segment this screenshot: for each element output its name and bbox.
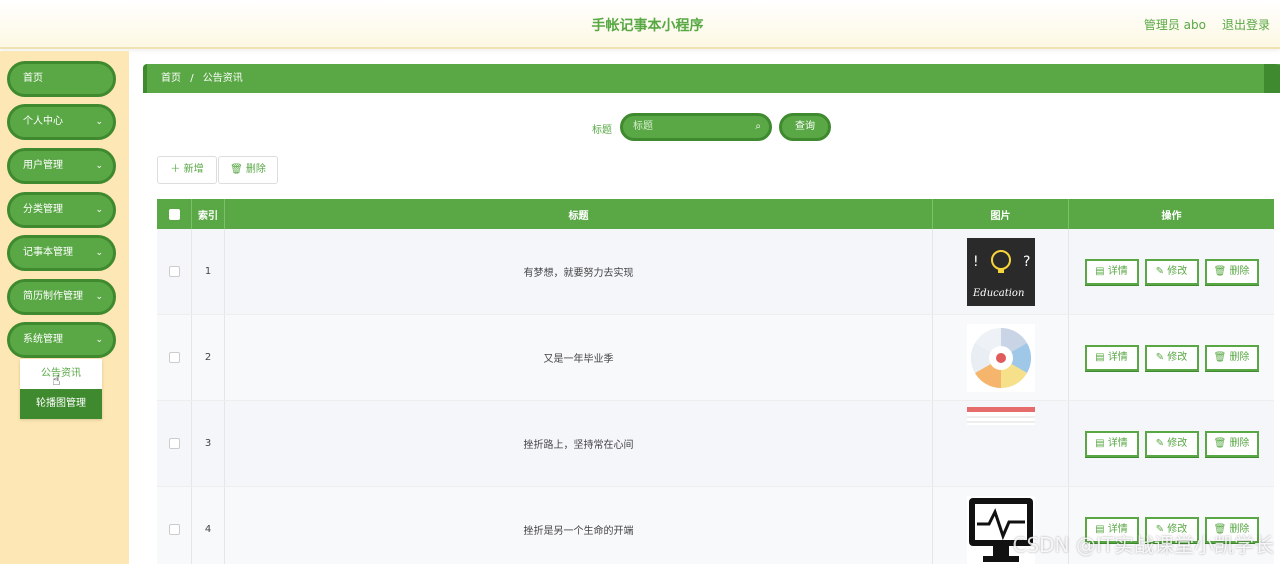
search-icon: ⌕	[755, 121, 761, 132]
header-picture: 图片	[933, 199, 1069, 229]
sidebar: 首页 个人中心 ⌄ 用户管理 ⌄ 分类管理 ⌄ 记事本管理 ⌄ 简历制作管理 ⌄ 系统管理…	[0, 51, 129, 564]
sidebar-item-personal[interactable]: 个人中心 ⌄	[7, 104, 116, 140]
education-thumbnail: ! ? Education	[966, 237, 1035, 306]
edit-label: 修改	[1167, 351, 1188, 363]
header-index: 索引	[192, 199, 225, 229]
row-index: 2	[192, 315, 225, 400]
breadcrumb: 首页 / 公告资讯	[143, 64, 1280, 93]
row-checkbox[interactable]	[168, 352, 180, 363]
sidebar-item-home[interactable]: 首页	[7, 61, 116, 97]
row-title: 挫折路上，坚持常在心间	[225, 401, 933, 486]
detail-button[interactable]: ▤ 详情	[1084, 344, 1139, 371]
sidebar-item-label: 个人中心	[23, 116, 63, 127]
detail-button[interactable]: ▤ 详情	[1084, 258, 1139, 285]
edit-button[interactable]: ✎ 修改	[1144, 258, 1199, 285]
detail-label: 详情	[1107, 351, 1128, 363]
svg-text:Education: Education	[972, 288, 1024, 299]
sidebar-item-label: 用户管理	[23, 160, 63, 171]
edit-button[interactable]: ✎ 修改	[1144, 344, 1199, 371]
select-all-checkbox[interactable]	[168, 208, 180, 220]
sidebar-item-resume[interactable]: 简历制作管理 ⌄	[7, 279, 116, 315]
delete-label: 删除	[1229, 351, 1250, 363]
current-user: 管理员 abo	[1143, 18, 1206, 32]
search-label: 标题	[592, 125, 612, 136]
delete-label: 删除	[1229, 265, 1250, 277]
delete-label: 删除	[1229, 437, 1250, 449]
system-submenu: 公告资讯 轮播图管理	[20, 359, 102, 419]
cycle-diagram-thumbnail	[966, 323, 1035, 392]
detail-label: 详情	[1107, 437, 1128, 449]
sidebar-item-users[interactable]: 用户管理 ⌄	[7, 148, 116, 184]
row-index: 4	[192, 487, 225, 564]
announcement-table: 索引 标题 图片 操作 1 有梦想，就要努力去实现 ! ? Education	[157, 199, 1274, 564]
header-title: 标题	[225, 199, 933, 229]
chevron-down-icon: ⌄	[95, 335, 103, 345]
row-checkbox[interactable]	[168, 438, 180, 449]
table-header: 索引 标题 图片 操作	[157, 199, 1274, 229]
sidebar-item-label: 分类管理	[23, 204, 63, 215]
chevron-down-icon: ⌄	[95, 292, 103, 302]
sidebar-item-label: 简历制作管理	[23, 291, 83, 302]
row-title: 又是一年毕业季	[225, 315, 933, 400]
detail-button[interactable]: ▤ 详情	[1084, 430, 1139, 457]
sidebar-item-system[interactable]: 系统管理 ⌄	[7, 322, 116, 358]
add-button[interactable]: ＋ 新增	[157, 156, 217, 184]
query-button[interactable]: 查询	[779, 113, 831, 141]
chevron-down-icon: ⌄	[95, 248, 103, 258]
row-delete-button[interactable]: 🗑 删除	[1204, 430, 1259, 457]
sidebar-item-label: 记事本管理	[23, 247, 73, 258]
edit-button[interactable]: ✎ 修改	[1144, 430, 1199, 457]
breadcrumb-cap	[1264, 64, 1280, 93]
row-index: 3	[192, 401, 225, 486]
sidebar-item-label: 系统管理	[23, 334, 63, 345]
breadcrumb-current: 公告资讯	[202, 73, 243, 84]
chevron-down-icon: ⌄	[95, 161, 103, 171]
search-placeholder: 标题	[633, 121, 653, 132]
row-checkbox[interactable]	[168, 266, 180, 277]
delete-button[interactable]: 🗑 删除	[218, 156, 278, 184]
header-ops: 操作	[1161, 210, 1182, 222]
app-title: 手帐记事本小程序	[591, 18, 704, 34]
row-delete-button[interactable]: 🗑 删除	[1204, 258, 1259, 285]
submenu-item-announcements[interactable]: 公告资讯	[20, 359, 102, 389]
sidebar-item-notebook[interactable]: 记事本管理 ⌄	[7, 235, 116, 271]
sidebar-item-label: 首页	[23, 73, 43, 84]
row-title: 有梦想，就要努力去实现	[225, 229, 933, 314]
spreadsheet-thumbnail	[966, 407, 1035, 425]
row-index: 1	[192, 229, 225, 314]
row-title: 挫折是另一个生命的开端	[225, 487, 933, 564]
sidebar-item-category[interactable]: 分类管理 ⌄	[7, 192, 116, 228]
row-delete-button[interactable]: 🗑 删除	[1204, 344, 1259, 371]
edit-label: 修改	[1167, 265, 1188, 277]
top-header: 手帐记事本小程序 管理员 abo 退出登录	[0, 0, 1280, 49]
hand-cursor-icon: ☝	[52, 373, 61, 389]
watermark: CSDN @IT实战课堂小凯学长	[1012, 533, 1275, 557]
detail-label: 详情	[1107, 265, 1128, 277]
svg-text:!: !	[973, 254, 979, 270]
breadcrumb-separator: /	[190, 73, 194, 84]
table-row: 3 挫折路上，坚持常在心间 ▤ 详情 ✎ 修改 🗑 删除	[157, 401, 1274, 487]
svg-text:?: ?	[1023, 254, 1030, 270]
logout-link[interactable]: 退出登录	[1222, 16, 1270, 33]
breadcrumb-home[interactable]: 首页	[161, 73, 181, 84]
table-row: 2 又是一年毕业季 ▤ 详情 ✎ 修改 🗑 删除	[157, 315, 1274, 401]
row-checkbox[interactable]	[168, 524, 180, 535]
chevron-down-icon: ⌄	[95, 205, 103, 215]
submenu-item-carousel[interactable]: 轮播图管理	[20, 389, 102, 419]
search-input[interactable]: 标题 ⌕	[620, 113, 772, 141]
chevron-down-icon: ⌄	[95, 117, 103, 127]
edit-label: 修改	[1167, 437, 1188, 449]
table-row: 1 有梦想，就要努力去实现 ! ? Education ▤ 详情 ✎ 修改 🗑 …	[157, 229, 1274, 315]
